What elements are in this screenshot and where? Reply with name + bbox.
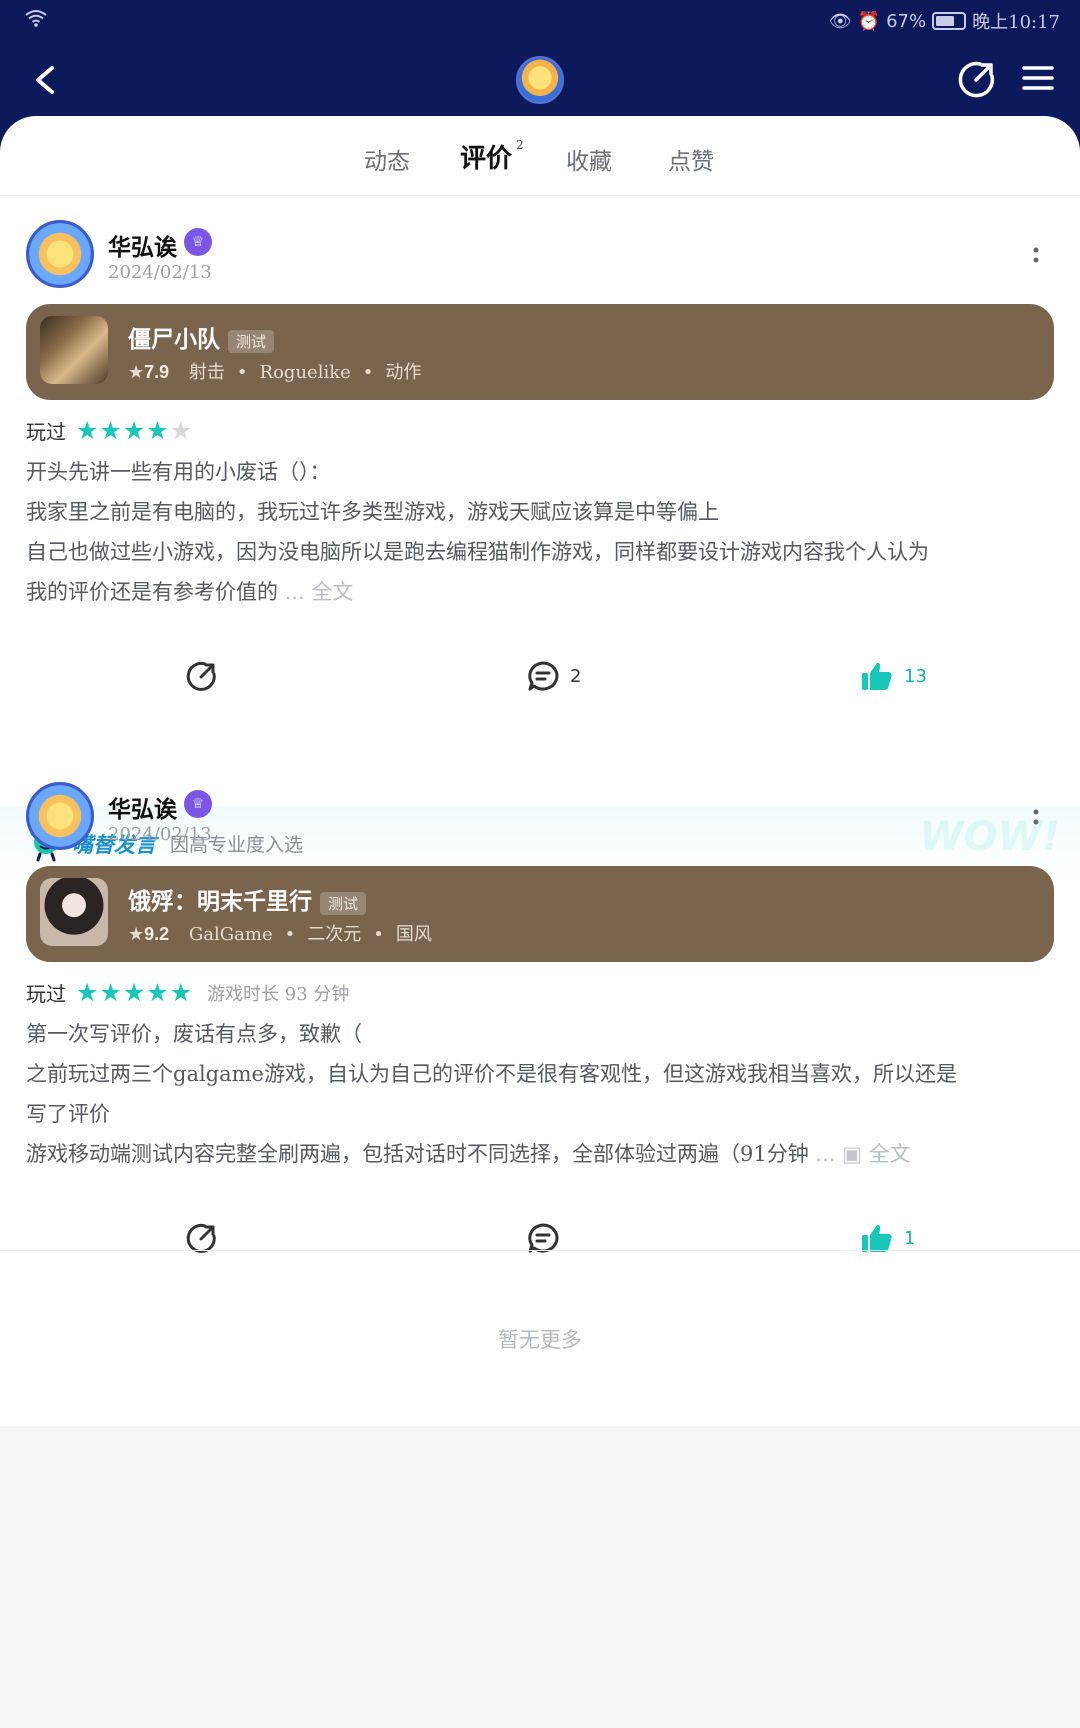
tab-activity[interactable]: 动态: [364, 142, 410, 176]
review-actions: 1: [0, 1222, 1080, 1272]
battery-icon: [932, 12, 967, 30]
tab-reviews[interactable]: 评价 2: [460, 138, 524, 177]
tab-reviews-count: 2: [516, 138, 524, 152]
clock: 晚上10:17: [972, 12, 1060, 33]
genre: 动作: [385, 362, 422, 383]
more-options-icon[interactable]: [1030, 806, 1042, 830]
game-thumbnail: [40, 878, 108, 946]
game-title: 僵尸小队 测试: [128, 320, 275, 354]
like-count: 1: [904, 1227, 916, 1249]
eye-icon: 👁: [828, 10, 852, 32]
username[interactable]: 华弘诶: [108, 790, 177, 824]
menu-icon[interactable]: [1022, 62, 1054, 94]
rating-line: 玩过 ★★★★★: [26, 416, 193, 445]
game-title: 饿殍：明末千里行 测试: [128, 882, 367, 916]
star-icon: ★: [128, 924, 145, 945]
star-rating: ★★★★★: [76, 416, 194, 445]
test-tag: 测试: [228, 329, 275, 353]
more-options-icon[interactable]: [1030, 244, 1042, 268]
play-status: 玩过: [26, 420, 66, 444]
comment-button[interactable]: 2: [526, 660, 581, 692]
tab-likes[interactable]: 点赞: [668, 142, 714, 176]
review-actions: 2 13: [0, 660, 1080, 710]
rating-line: 玩过 ★★★★★ 游戏时长 93 分钟: [26, 978, 349, 1007]
genre: Roguelike: [259, 362, 351, 383]
game-card[interactable]: 饿殍：明末千里行 测试 ★9.2 GalGame • 二次元 • 国风: [26, 866, 1054, 962]
thumbs-up-icon: [862, 662, 892, 690]
share-icon: [186, 661, 216, 691]
game-thumbnail: [40, 316, 108, 384]
genre: 二次元: [307, 924, 362, 945]
tab-bar: 动态 评价 2 收藏 点赞: [0, 116, 1080, 196]
avatar[interactable]: [26, 782, 94, 850]
star-icon: ★: [128, 362, 145, 383]
back-icon[interactable]: [26, 60, 66, 100]
username[interactable]: 华弘诶: [108, 228, 177, 262]
game-meta: ★7.9 射击 • Roguelike • 动作: [128, 362, 422, 383]
comment-count: 2: [570, 665, 582, 687]
star-rating: ★★★★★: [76, 978, 194, 1007]
trophy-badge-icon: ♕: [184, 790, 212, 818]
wifi-icon: [25, 10, 47, 27]
genre: GalGame: [188, 924, 273, 945]
review-date: 2024/02/13: [108, 262, 212, 283]
game-meta: ★9.2 GalGame • 二次元 • 国风: [128, 924, 432, 945]
genre: 国风: [395, 924, 432, 945]
full-text-link[interactable]: 全文: [311, 580, 353, 604]
like-button[interactable]: 13: [860, 660, 927, 692]
review-item: 华弘诶 ♕ 2024/02/13 饿殍：明末千里行 测试 ★9.2 GalGame…: [0, 782, 1080, 1312]
content-card: 动态 评价 2 收藏 点赞 华弘诶 ♕ 2024/02/13 僵尸小队 测试 ★7.…: [0, 116, 1080, 1426]
profile-avatar[interactable]: [516, 56, 564, 104]
status-bar: 👁 ⏰ 67% 晚上10:17: [0, 0, 1080, 42]
review-item: 华弘诶 ♕ 2024/02/13 僵尸小队 测试 ★7.9 射击 • Roguelik…: [0, 220, 1080, 740]
image-icon: ▣: [842, 1142, 862, 1166]
play-status: 玩过: [26, 982, 66, 1006]
review-date: 2024/02/13: [108, 824, 212, 845]
like-count: 13: [904, 665, 927, 687]
game-score: 7.9: [144, 362, 170, 382]
alarm-icon: ⏰: [857, 10, 881, 32]
share-button[interactable]: [186, 660, 218, 692]
tab-favorites[interactable]: 收藏: [566, 142, 612, 176]
genre: 射击: [188, 362, 225, 383]
review-content[interactable]: 第一次写评价，废话有点多，致歉（ 之前玩过两三个galgame游戏，自认为自己的…: [26, 1014, 1056, 1174]
test-tag: 测试: [320, 891, 367, 915]
battery-percent: 67%: [886, 10, 927, 32]
comment-icon: [528, 661, 559, 691]
game-card[interactable]: 僵尸小队 测试 ★7.9 射击 • Roguelike • 动作: [26, 304, 1054, 400]
play-duration: 游戏时长 93 分钟: [207, 983, 350, 1005]
review-content[interactable]: 开头先讲一些有用的小废话（）： 我家里之前是有电脑的，我玩过许多类型游戏，游戏天…: [26, 452, 1056, 612]
avatar[interactable]: [26, 220, 94, 288]
trophy-badge-icon: ♕: [184, 228, 212, 256]
no-more-text: 暂无更多: [498, 1328, 582, 1352]
divider: [0, 1250, 1080, 1251]
nav-bar: [0, 50, 1080, 114]
game-score: 9.2: [144, 924, 170, 944]
share-icon[interactable]: [958, 60, 996, 98]
full-text-link[interactable]: 全文: [869, 1142, 911, 1166]
